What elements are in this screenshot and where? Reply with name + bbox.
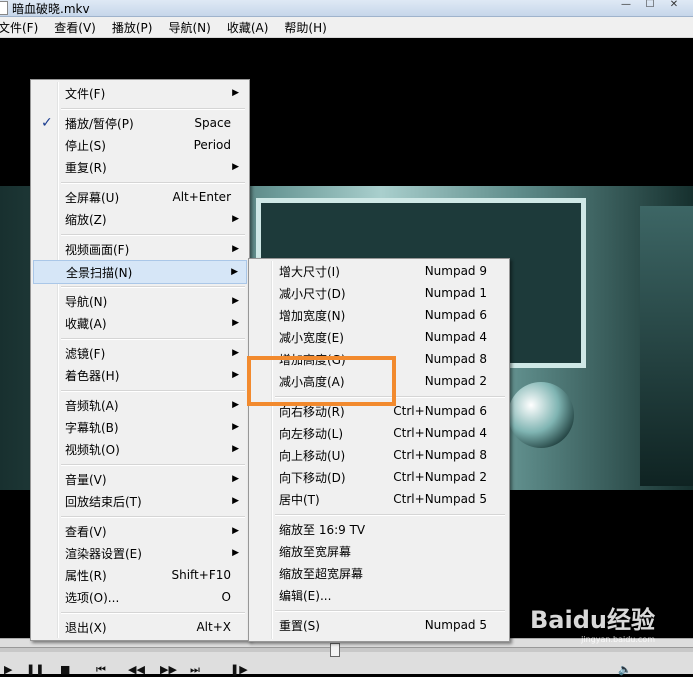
submenu-item-edit[interactable]: 编辑(E)... [251, 584, 507, 606]
submenu-arrow-icon: ▶ [232, 548, 239, 558]
menu-item-video-track[interactable]: 视频轨(O) ▶ [33, 438, 247, 460]
submenu-item-move-down[interactable]: 向下移动(D) Ctrl+Numpad 2 [251, 466, 507, 488]
minimize-button[interactable]: — [615, 0, 637, 11]
window-title: 暗血破晓.mkv [12, 1, 90, 16]
prev-icon[interactable]: ⏮ [96, 663, 106, 677]
watermark-text: Baidu经验 [530, 606, 655, 634]
checkmark-icon: ✓ [41, 115, 53, 131]
submenu-item-reset[interactable]: 重置(S) Numpad 5 [251, 614, 507, 636]
menu-item-renderer-settings[interactable]: 渲染器设置(E) ▶ [33, 542, 247, 564]
menu-separator [61, 516, 245, 518]
menubar-navigate[interactable]: 导航(N) [160, 19, 218, 36]
menu-item-exit[interactable]: 退出(X) Alt+X [33, 616, 247, 638]
menu-separator [61, 234, 245, 236]
menu-item-navigate[interactable]: 导航(N) ▶ [33, 290, 247, 312]
menu-separator [275, 514, 505, 516]
menu-item-fullscreen[interactable]: 全屏幕(U) Alt+Enter [33, 186, 247, 208]
seek-thumb[interactable] [330, 643, 340, 657]
menubar-play[interactable]: 播放(P) [104, 19, 161, 36]
menu-item-options[interactable]: 选项(O)... O [33, 586, 247, 608]
menu-item-properties[interactable]: 属性(R) Shift+F10 [33, 564, 247, 586]
seek-bar[interactable] [0, 647, 693, 652]
submenu-arrow-icon: ▶ [232, 526, 239, 536]
menu-item-favorites[interactable]: 收藏(A) ▶ [33, 312, 247, 334]
menu-item-repeat[interactable]: 重复(R) ▶ [33, 156, 247, 178]
title-bar: 暗血破晓.mkv — ☐ ✕ [0, 0, 693, 17]
forward-icon[interactable]: ▶▶ [160, 663, 177, 676]
submenu-arrow-icon: ▶ [232, 162, 239, 172]
submenu-item-zoom-16-9[interactable]: 缩放至 16:9 TV [251, 518, 507, 540]
next-icon[interactable]: ⏭ [190, 663, 200, 677]
menu-item-view[interactable]: 查看(V) ▶ [33, 520, 247, 542]
play-icon[interactable]: ▶ [4, 663, 12, 676]
submenu-item-increase-size[interactable]: 增大尺寸(I) Numpad 9 [251, 260, 507, 282]
menu-item-video-frame[interactable]: 视频画面(F) ▶ [33, 238, 247, 260]
pan-scan-submenu: 增大尺寸(I) Numpad 9 减小尺寸(D) Numpad 1 增加宽度(N… [248, 258, 510, 642]
window-controls: — ☐ ✕ [615, 0, 685, 11]
submenu-item-move-left[interactable]: 向左移动(L) Ctrl+Numpad 4 [251, 422, 507, 444]
submenu-item-decrease-size[interactable]: 减小尺寸(D) Numpad 1 [251, 282, 507, 304]
submenu-arrow-icon: ▶ [232, 88, 239, 98]
frame-step-icon[interactable]: ❚▶ [230, 663, 248, 676]
submenu-arrow-icon: ▶ [232, 348, 239, 358]
menu-bar: 文件(F) 查看(V) 播放(P) 导航(N) 收藏(A) 帮助(H) [0, 17, 693, 38]
submenu-item-move-up[interactable]: 向上移动(U) Ctrl+Numpad 8 [251, 444, 507, 466]
submenu-arrow-icon: ▶ [232, 422, 239, 432]
submenu-item-decrease-width[interactable]: 减小宽度(E) Numpad 4 [251, 326, 507, 348]
submenu-item-zoom-ultrawide[interactable]: 缩放至超宽屏幕 [251, 562, 507, 584]
video-scene-edge [640, 206, 693, 486]
menu-separator [61, 612, 245, 614]
submenu-arrow-icon: ▶ [232, 296, 239, 306]
menubar-file[interactable]: 文件(F) [0, 19, 46, 36]
menu-item-stop[interactable]: 停止(S) Period [33, 134, 247, 156]
maximize-button[interactable]: ☐ [639, 0, 661, 11]
watermark-sub: jingyan.baidu.com [581, 635, 655, 644]
submenu-arrow-icon: ▶ [231, 267, 238, 277]
pause-icon[interactable]: ❚❚ [26, 663, 44, 676]
menubar-view[interactable]: 查看(V) [46, 19, 104, 36]
menu-separator [61, 286, 245, 288]
volume-icon[interactable]: 🔈 [618, 663, 632, 676]
menu-item-volume[interactable]: 音量(V) ▶ [33, 468, 247, 490]
menu-item-shaders[interactable]: 着色器(H) ▶ [33, 364, 247, 386]
menu-separator [61, 108, 245, 110]
submenu-item-increase-width[interactable]: 增加宽度(N) Numpad 6 [251, 304, 507, 326]
submenu-arrow-icon: ▶ [232, 318, 239, 328]
menu-item-subtitle-track[interactable]: 字幕轨(B) ▶ [33, 416, 247, 438]
stop-icon[interactable]: ■ [60, 663, 70, 676]
highlight-annotation-box [247, 356, 396, 406]
menubar-help[interactable]: 帮助(H) [276, 19, 334, 36]
app-icon [0, 1, 8, 15]
menu-separator [61, 338, 245, 340]
submenu-arrow-icon: ▶ [232, 214, 239, 224]
submenu-arrow-icon: ▶ [232, 474, 239, 484]
context-menu: 文件(F) ▶ ✓ 播放/暂停(P) Space 停止(S) Period 重复… [30, 79, 250, 641]
menu-item-filters[interactable]: 滤镜(F) ▶ [33, 342, 247, 364]
watermark: Baidu经验 jingyan.baidu.com [530, 600, 655, 644]
submenu-item-zoom-widescreen[interactable]: 缩放至宽屏幕 [251, 540, 507, 562]
rewind-icon[interactable]: ◀◀ [128, 663, 145, 676]
menu-separator [61, 390, 245, 392]
menu-item-pan-scan[interactable]: 全景扫描(N) ▶ [33, 260, 247, 284]
submenu-item-center[interactable]: 居中(T) Ctrl+Numpad 5 [251, 488, 507, 510]
submenu-arrow-icon: ▶ [232, 400, 239, 410]
menu-separator [275, 610, 505, 612]
menu-separator [61, 464, 245, 466]
submenu-arrow-icon: ▶ [232, 496, 239, 506]
menu-item-zoom[interactable]: 缩放(Z) ▶ [33, 208, 247, 230]
menubar-favorites[interactable]: 收藏(A) [219, 19, 277, 36]
submenu-arrow-icon: ▶ [232, 370, 239, 380]
close-button[interactable]: ✕ [663, 0, 685, 11]
menu-item-audio-track[interactable]: 音频轨(A) ▶ [33, 394, 247, 416]
menu-item-file[interactable]: 文件(F) ▶ [33, 82, 247, 104]
submenu-arrow-icon: ▶ [232, 444, 239, 454]
menu-item-after-playback[interactable]: 回放结束后(T) ▶ [33, 490, 247, 512]
menu-separator [61, 182, 245, 184]
video-scene-globe [508, 382, 574, 448]
submenu-arrow-icon: ▶ [232, 244, 239, 254]
menu-item-play-pause[interactable]: ✓ 播放/暂停(P) Space [33, 112, 247, 134]
